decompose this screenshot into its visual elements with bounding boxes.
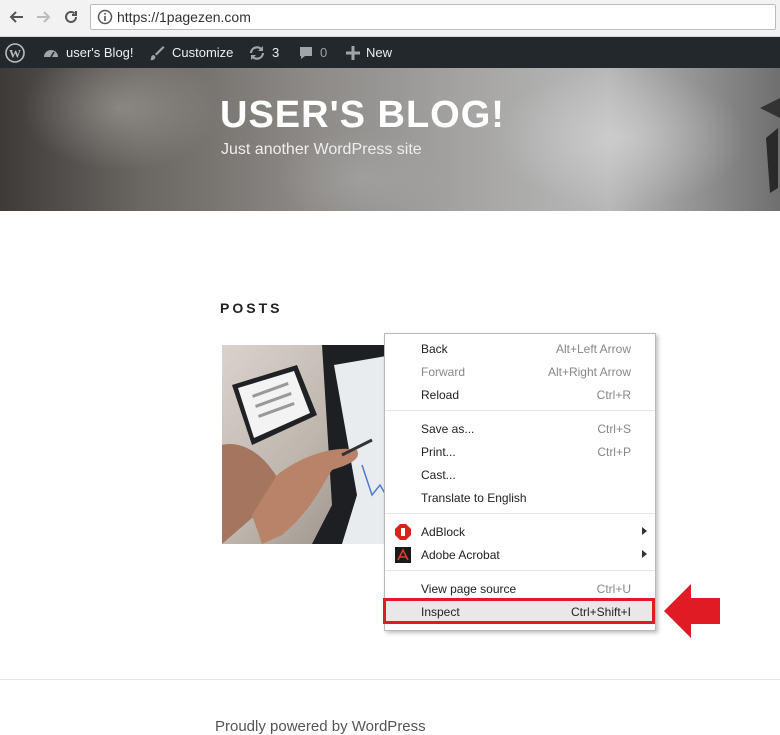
menu-item-adblock[interactable]: AdBlock xyxy=(385,521,655,543)
address-bar[interactable]: https://1pagezen.com xyxy=(90,4,776,30)
dashboard-gauge-icon xyxy=(44,49,58,57)
red-arrow-left-icon xyxy=(664,584,720,638)
inspect-highlight-box xyxy=(383,598,655,624)
comment-bubble-icon xyxy=(300,46,312,59)
menu-item-translate[interactable]: Translate to English xyxy=(385,487,655,509)
menu-item-label: Translate to English xyxy=(421,491,527,505)
back-button[interactable] xyxy=(6,6,28,28)
customize-label: Customize xyxy=(172,45,234,60)
svg-text:W: W xyxy=(9,46,21,60)
site-description: Just another WordPress site xyxy=(221,141,422,158)
menu-separator xyxy=(385,513,655,514)
menu-item-print[interactable]: Print... Ctrl+P xyxy=(385,441,655,463)
wordpress-logo-icon: W xyxy=(5,42,25,63)
submenu-arrow-icon xyxy=(642,527,647,535)
menu-item-cast[interactable]: Cast... xyxy=(385,464,655,486)
menu-item-adobe-acrobat[interactable]: Adobe Acrobat xyxy=(385,544,655,566)
updates-count: 3 xyxy=(272,45,280,60)
menu-item-label: AdBlock xyxy=(421,525,466,539)
menu-item-save-as[interactable]: Save as... Ctrl+S xyxy=(385,418,655,440)
menu-separator xyxy=(385,570,655,571)
menu-item-shortcut: Ctrl+S xyxy=(597,422,631,436)
menu-item-shortcut: Ctrl+U xyxy=(596,582,631,596)
menu-item-label: Reload xyxy=(421,388,460,402)
new-content-menu[interactable]: New xyxy=(346,37,392,68)
info-icon xyxy=(97,9,113,25)
menu-item-label: Back xyxy=(421,342,448,356)
wordpress-logo-button[interactable]: W xyxy=(5,37,25,68)
forward-button[interactable] xyxy=(32,6,54,28)
menu-item-label: Save as... xyxy=(421,422,475,436)
submenu-arrow-icon xyxy=(642,550,647,558)
post-thumbnail-image[interactable] xyxy=(222,345,392,544)
posts-heading: POSTS xyxy=(220,300,283,316)
site-header: USER'S BLOG! Just another WordPress site xyxy=(0,68,780,211)
footer-credit-link[interactable]: Proudly powered by WordPress xyxy=(215,718,426,735)
context-menu: Back Alt+Left Arrow Forward Alt+Right Ar… xyxy=(384,333,656,631)
menu-item-label: Cast... xyxy=(421,468,456,482)
site-title[interactable]: USER'S BLOG! xyxy=(220,94,505,137)
menu-item-label: Print... xyxy=(421,445,456,459)
customize-menu[interactable]: Customize xyxy=(148,37,233,68)
menu-item-label: Forward xyxy=(421,365,466,379)
updates-refresh-icon xyxy=(249,45,265,60)
menu-item-shortcut: Alt+Left Arrow xyxy=(555,342,631,356)
browser-toolbar: https://1pagezen.com xyxy=(0,0,780,37)
forward-arrow-icon xyxy=(37,11,51,23)
new-label: New xyxy=(366,45,393,60)
paintbrush-icon xyxy=(150,45,165,60)
adobe-acrobat-icon xyxy=(395,547,411,563)
menu-item-shortcut: Ctrl+R xyxy=(596,388,631,402)
back-arrow-icon xyxy=(9,11,23,23)
reload-button[interactable] xyxy=(60,6,82,28)
comments-menu[interactable]: 0 xyxy=(298,37,327,68)
menu-item-shortcut: Alt+Right Arrow xyxy=(547,365,631,379)
menu-item-back[interactable]: Back Alt+Left Arrow xyxy=(385,338,655,360)
menu-item-label: View page source xyxy=(421,582,517,596)
plus-icon xyxy=(346,45,360,60)
tablet-phone-photo xyxy=(222,345,392,544)
updates-menu[interactable]: 3 xyxy=(248,37,279,68)
menu-item-shortcut: Ctrl+P xyxy=(597,445,631,459)
menu-item-label: Adobe Acrobat xyxy=(421,548,500,562)
menu-item-reload[interactable]: Reload Ctrl+R xyxy=(385,384,655,406)
header-photo-detail xyxy=(760,98,780,193)
wp-admin-bar: W user's Blog! Customize 3 0 New xyxy=(0,37,780,68)
site-name-menu[interactable]: user's Blog! xyxy=(42,37,134,68)
comments-count: 0 xyxy=(320,45,328,60)
footer-divider xyxy=(0,679,780,680)
menu-item-forward[interactable]: Forward Alt+Right Arrow xyxy=(385,361,655,383)
menu-item-view-page-source[interactable]: View page source Ctrl+U xyxy=(385,578,655,600)
url-text: https://1pagezen.com xyxy=(117,9,251,25)
site-name-label: user's Blog! xyxy=(66,45,134,60)
reload-icon xyxy=(65,10,77,23)
menu-separator xyxy=(385,410,655,411)
adblock-stop-icon xyxy=(395,524,411,540)
